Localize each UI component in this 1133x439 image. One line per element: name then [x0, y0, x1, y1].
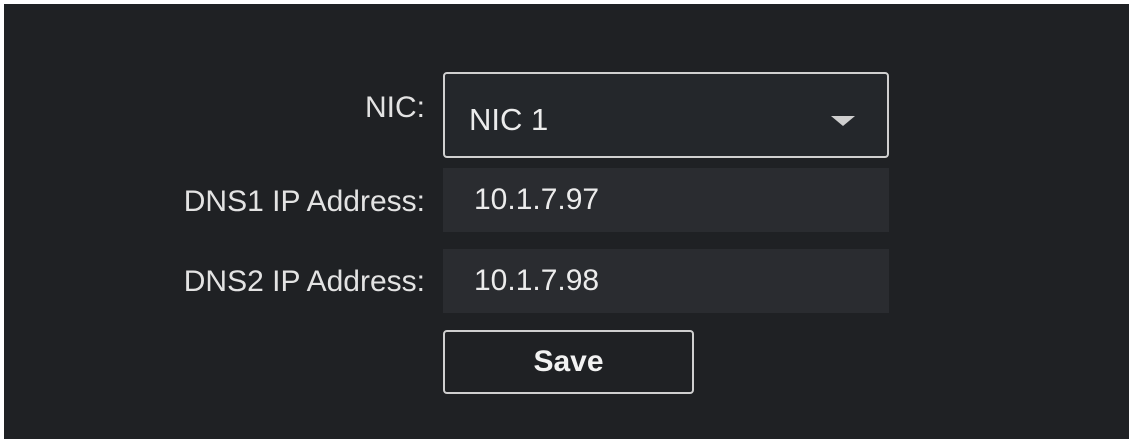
dns1-ip-input[interactable]: [443, 168, 889, 232]
dns1-label: DNS1 IP Address:: [183, 185, 425, 218]
network-settings-panel: NIC: NIC 1 DNS1 IP Address: DNS2 IP Addr…: [4, 4, 1129, 439]
dns2-label: DNS2 IP Address:: [183, 265, 425, 298]
nic-select[interactable]: NIC 1: [443, 72, 889, 158]
dns2-ip-input[interactable]: [443, 249, 889, 313]
nic-label: NIC:: [365, 91, 425, 124]
nic-selected-value: NIC 1: [469, 102, 549, 137]
chevron-down-icon[interactable]: [831, 116, 855, 126]
save-button[interactable]: Save: [443, 330, 694, 394]
